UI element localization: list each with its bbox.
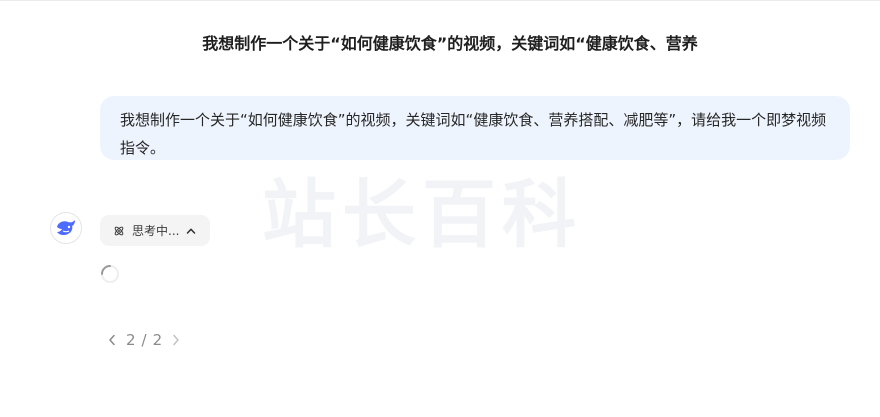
chevron-right-icon [173,334,179,346]
loading-spinner [100,264,120,288]
chat-page: 我想制作一个关于“如何健康饮食”的视频，关键词如“健康饮食、营养 站长百科 我想… [0,0,880,417]
pager-current: 2 [126,331,136,349]
chevron-left-icon [109,334,115,346]
assistant-avatar [50,212,82,244]
spinner-icon [101,265,119,283]
atom-icon [114,226,124,235]
conversation-title: 我想制作一个关于“如何健康饮食”的视频，关键词如“健康饮食、营养 [202,34,698,53]
next-response-button[interactable] [168,330,184,350]
thinking-toggle-button[interactable]: 思考中... [100,215,211,246]
pager-total: 2 [152,331,163,349]
chevron-up-icon [187,228,196,234]
pager-separator: / [141,331,147,349]
user-message-text: 我想制作一个关于“如何健康饮食”的视频，关键词如“健康饮食、营养搭配、减肥等”，… [120,111,827,157]
thinking-label: 思考中... [132,224,180,238]
response-pager: 2 / 2 [104,330,184,350]
top-divider [0,0,880,1]
user-message-bubble: 我想制作一个关于“如何健康饮食”的视频，关键词如“健康饮食、营养搭配、减肥等”，… [100,96,850,160]
previous-response-button[interactable] [104,330,120,350]
deepseek-whale-icon [57,220,75,236]
watermark: 站长百科 [262,172,582,258]
